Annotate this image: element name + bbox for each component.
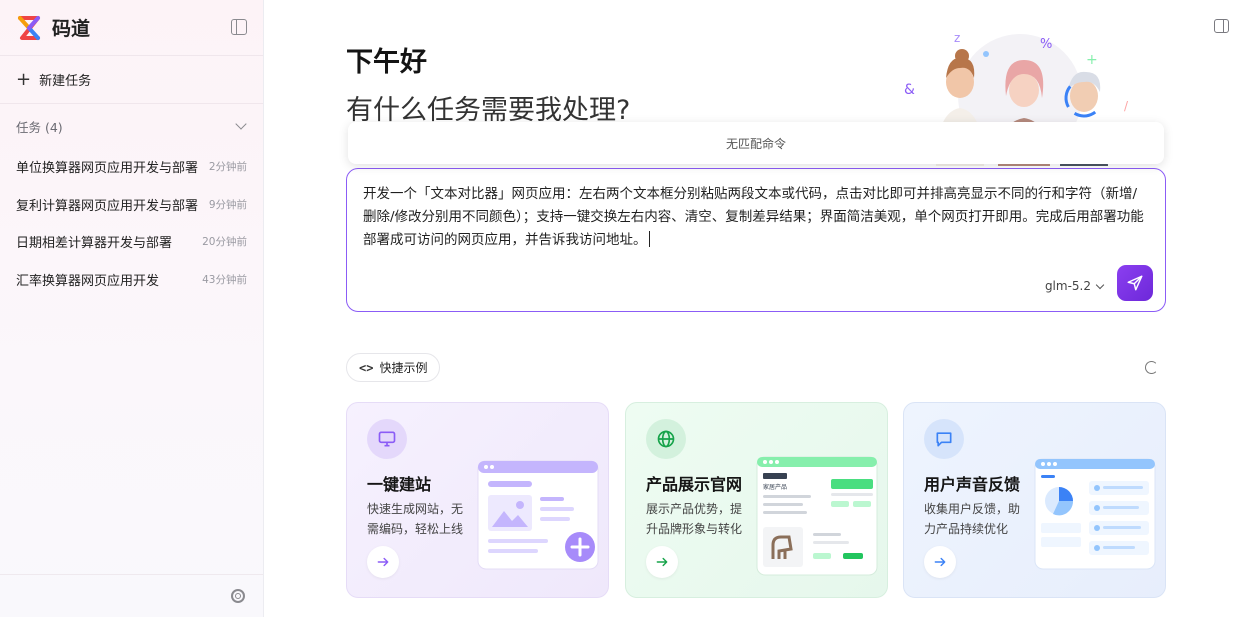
tasks-section-header[interactable]: 任务 (4) <box>0 104 263 148</box>
command-suggestion-popup: 无匹配命令 <box>348 122 1164 164</box>
svg-text:&: & <box>904 82 915 98</box>
sidebar-header: 码道 <box>0 0 263 56</box>
task-item[interactable]: 日期相差计算器开发与部署 20分钟前 <box>0 223 263 261</box>
prompt-composer[interactable]: 开发一个「文本对比器」网页应用：左右两个文本框分别粘贴两段文本或代码，点击对比即… <box>346 168 1166 312</box>
card-title: 用户声音反馈 <box>924 475 1021 494</box>
send-icon <box>1127 275 1143 291</box>
refresh-icon[interactable] <box>1145 361 1158 374</box>
feedback-dashboard-illustration <box>1034 458 1156 570</box>
greeting-title: 下午好 <box>346 47 427 78</box>
arrow-right-icon[interactable] <box>646 546 678 578</box>
example-card-website[interactable]: 一键建站 快速生成网站，无需编码，轻松上线 <box>346 402 609 598</box>
card-title: 产品展示官网 <box>646 475 743 494</box>
task-item[interactable]: 复利计算器网页应用开发与部署 9分钟前 <box>0 186 263 224</box>
task-title: 单位换算器网页应用开发与部署 <box>16 161 199 177</box>
quick-examples-button[interactable]: <> 快捷示例 <box>346 353 441 382</box>
settings-gear-icon[interactable] <box>231 589 245 603</box>
model-selector[interactable]: glm-5.2 <box>1044 279 1105 293</box>
prompt-text: 开发一个「文本对比器」网页应用：左右两个文本框分别粘贴两段文本或代码，点击对比即… <box>363 186 1144 248</box>
globe-icon <box>646 419 686 459</box>
card-description: 快速生成网站，无需编码，轻松上线 <box>367 502 464 536</box>
chevron-down-icon <box>235 118 247 130</box>
card-description: 展示产品优势，提升品牌形象与转化 <box>646 502 743 536</box>
product-name-text: 家居产品 <box>763 483 787 491</box>
svg-text:z: z <box>954 31 960 45</box>
chevron-down-icon <box>1095 280 1105 289</box>
task-item[interactable]: 汇率换算器网页应用开发 43分钟前 <box>0 261 263 299</box>
right-panel-toggle-icon[interactable] <box>1214 19 1229 33</box>
task-time: 2分钟前 <box>208 161 247 174</box>
task-title: 日期相差计算器开发与部署 <box>16 236 173 252</box>
new-task-button[interactable]: + 新建任务 <box>0 56 263 104</box>
product-page-illustration: 家居产品 <box>756 456 878 576</box>
send-button[interactable] <box>1117 265 1153 301</box>
monitor-icon <box>367 419 407 459</box>
quick-examples-label: 快捷示例 <box>379 361 428 375</box>
example-card-feedback[interactable]: 用户声音反馈 收集用户反馈，助力产品持续优化 <box>903 402 1166 598</box>
app-logo-icon <box>18 15 40 40</box>
tasks-section-title: 任务 (4) <box>16 119 63 135</box>
prompt-input[interactable]: 开发一个「文本对比器」网页应用：左右两个文本框分别粘贴两段文本或代码，点击对比即… <box>363 183 1149 252</box>
sidebar: 码道 + 新建任务 任务 (4) 单位换算器网页应用开发与部署 2分钟前 复利计… <box>0 0 264 617</box>
sidebar-footer <box>0 574 263 617</box>
svg-text:+: + <box>1086 52 1098 68</box>
text-caret <box>648 231 650 247</box>
brand-name: 码道 <box>52 18 91 40</box>
card-title: 一键建站 <box>367 475 432 494</box>
no-matching-command-text: 无匹配命令 <box>725 136 786 151</box>
arrow-right-icon[interactable] <box>367 546 399 578</box>
task-title: 复利计算器网页应用开发与部署 <box>16 198 199 214</box>
example-card-product-site[interactable]: 产品展示官网 展示产品优势，提升品牌形象与转化 家居产品 <box>625 402 888 598</box>
plus-icon: + <box>16 68 32 90</box>
svg-text:%: % <box>1040 37 1052 52</box>
task-time: 43分钟前 <box>202 273 247 286</box>
task-item[interactable]: 单位换算器网页应用开发与部署 2分钟前 <box>0 148 263 186</box>
website-builder-illustration <box>477 460 599 570</box>
task-time: 20分钟前 <box>202 236 247 249</box>
sidebar-toggle-icon[interactable] <box>231 19 247 35</box>
code-icon: <> <box>359 360 374 375</box>
task-time: 9分钟前 <box>208 198 247 211</box>
model-label: glm-5.2 <box>1044 279 1091 293</box>
chat-icon <box>924 419 964 459</box>
task-title: 汇率换算器网页应用开发 <box>16 273 160 289</box>
arrow-right-icon[interactable] <box>924 546 956 578</box>
new-task-label: 新建任务 <box>39 74 92 89</box>
svg-text:/: / <box>1124 99 1129 113</box>
card-description: 收集用户反馈，助力产品持续优化 <box>924 502 1021 536</box>
